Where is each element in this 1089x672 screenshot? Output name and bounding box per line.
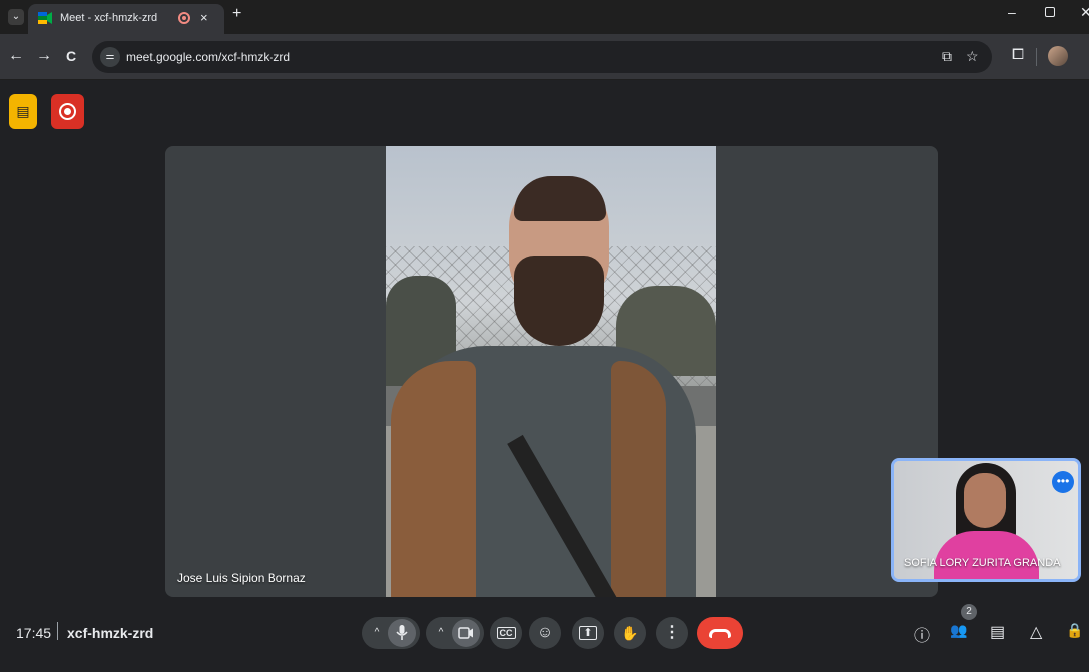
more-options-icon: ⋮ (664, 624, 680, 641)
forward-button[interactable]: → (36, 47, 52, 65)
captions-button[interactable]: CC (490, 617, 522, 649)
minimize-button[interactable]: – (1008, 4, 1016, 20)
meeting-time: 17:45 (16, 625, 52, 641)
raise-hand-button[interactable]: ✋ (614, 617, 646, 649)
camera-control-group: ^ (426, 617, 484, 649)
camera-icon (458, 627, 473, 639)
camera-options-chevron-icon[interactable]: ^ (432, 617, 450, 649)
tab-search-button[interactable]: ⌄ (8, 9, 24, 25)
browser-toolbar: ← → C ⚌ meet.google.com/xcf-hmzk-zrd ⧉ ☆… (0, 34, 1089, 80)
activities-icon[interactable]: △ (1030, 622, 1042, 642)
camera-button[interactable] (452, 619, 480, 647)
raise-hand-icon: ✋ (621, 625, 639, 641)
mic-control-group: ^ (362, 617, 420, 649)
end-call-icon (709, 629, 731, 638)
captions-icon: CC (496, 627, 516, 639)
host-controls-icon[interactable]: 🔒 (1066, 622, 1083, 639)
meeting-info-icon[interactable]: ⓘ (914, 622, 930, 646)
tab-bar: ⌄ Meet - xcf-hmzk-zrd × + – ✕ (0, 0, 1089, 34)
main-participant-name: Jose Luis Sipion Bornaz (177, 571, 306, 585)
recording-badge-icon[interactable] (51, 94, 84, 129)
self-view-tile[interactable]: ••• SOFIA LORY ZURITA GRANDA (891, 458, 1081, 582)
bookmark-star-icon[interactable]: ☆ (966, 48, 979, 65)
recording-indicator-icon (178, 12, 190, 24)
mic-button[interactable] (388, 619, 416, 647)
window-close-button[interactable]: ✕ (1080, 4, 1089, 21)
main-participant-tile: Jose Luis Sipion Bornaz (165, 146, 938, 597)
meet-favicon-icon (38, 12, 52, 24)
mic-options-chevron-icon[interactable]: ^ (368, 617, 386, 649)
mic-icon (396, 625, 408, 640)
cast-icon[interactable]: ⧉ (942, 48, 952, 65)
self-view-more-button[interactable]: ••• (1052, 471, 1074, 493)
tab-title: Meet - xcf-hmzk-zrd (60, 12, 158, 24)
present-screen-button[interactable]: ⬆ (572, 617, 604, 649)
extensions-icon[interactable]: ⧠ (1012, 46, 1024, 63)
participant-video (386, 146, 716, 597)
meeting-code: xcf-hmzk-zrd (67, 625, 154, 641)
profile-avatar[interactable] (1048, 46, 1068, 66)
participant-hair (514, 176, 606, 221)
reload-button[interactable]: C (66, 48, 76, 64)
people-icon[interactable]: 👥 (950, 622, 967, 639)
self-clothing (934, 531, 1039, 579)
back-button[interactable]: ← (8, 47, 24, 65)
participant-count-badge: 2 (961, 604, 977, 620)
end-call-button[interactable] (697, 617, 743, 649)
emoji-icon: ☺ (536, 624, 554, 641)
tab-close-button[interactable]: × (200, 10, 208, 25)
time-divider (57, 622, 58, 640)
participant-scarf (391, 361, 476, 597)
new-tab-button[interactable]: + (232, 5, 241, 23)
activity-badge-icon[interactable]: ▤ (9, 94, 37, 129)
self-participant-name: SOFIA LORY ZURITA GRANDA (904, 557, 1061, 569)
more-options-button[interactable]: ⋮ (656, 617, 688, 649)
chat-icon[interactable]: ▤ (990, 622, 1005, 642)
present-screen-icon: ⬆ (579, 626, 597, 640)
participant-beard (514, 256, 604, 346)
participant-scarf (611, 361, 666, 597)
toolbar-divider (1036, 48, 1037, 66)
url-text[interactable]: meet.google.com/xcf-hmzk-zrd (126, 50, 290, 64)
site-info-icon[interactable]: ⚌ (100, 47, 120, 67)
restore-button[interactable] (1045, 7, 1055, 17)
self-face (964, 473, 1006, 528)
emoji-reaction-button[interactable]: ☺ (529, 617, 561, 649)
address-bar[interactable]: ⚌ meet.google.com/xcf-hmzk-zrd ⧉ ☆ (92, 41, 992, 73)
tab-meet[interactable]: Meet - xcf-hmzk-zrd × (28, 4, 224, 34)
